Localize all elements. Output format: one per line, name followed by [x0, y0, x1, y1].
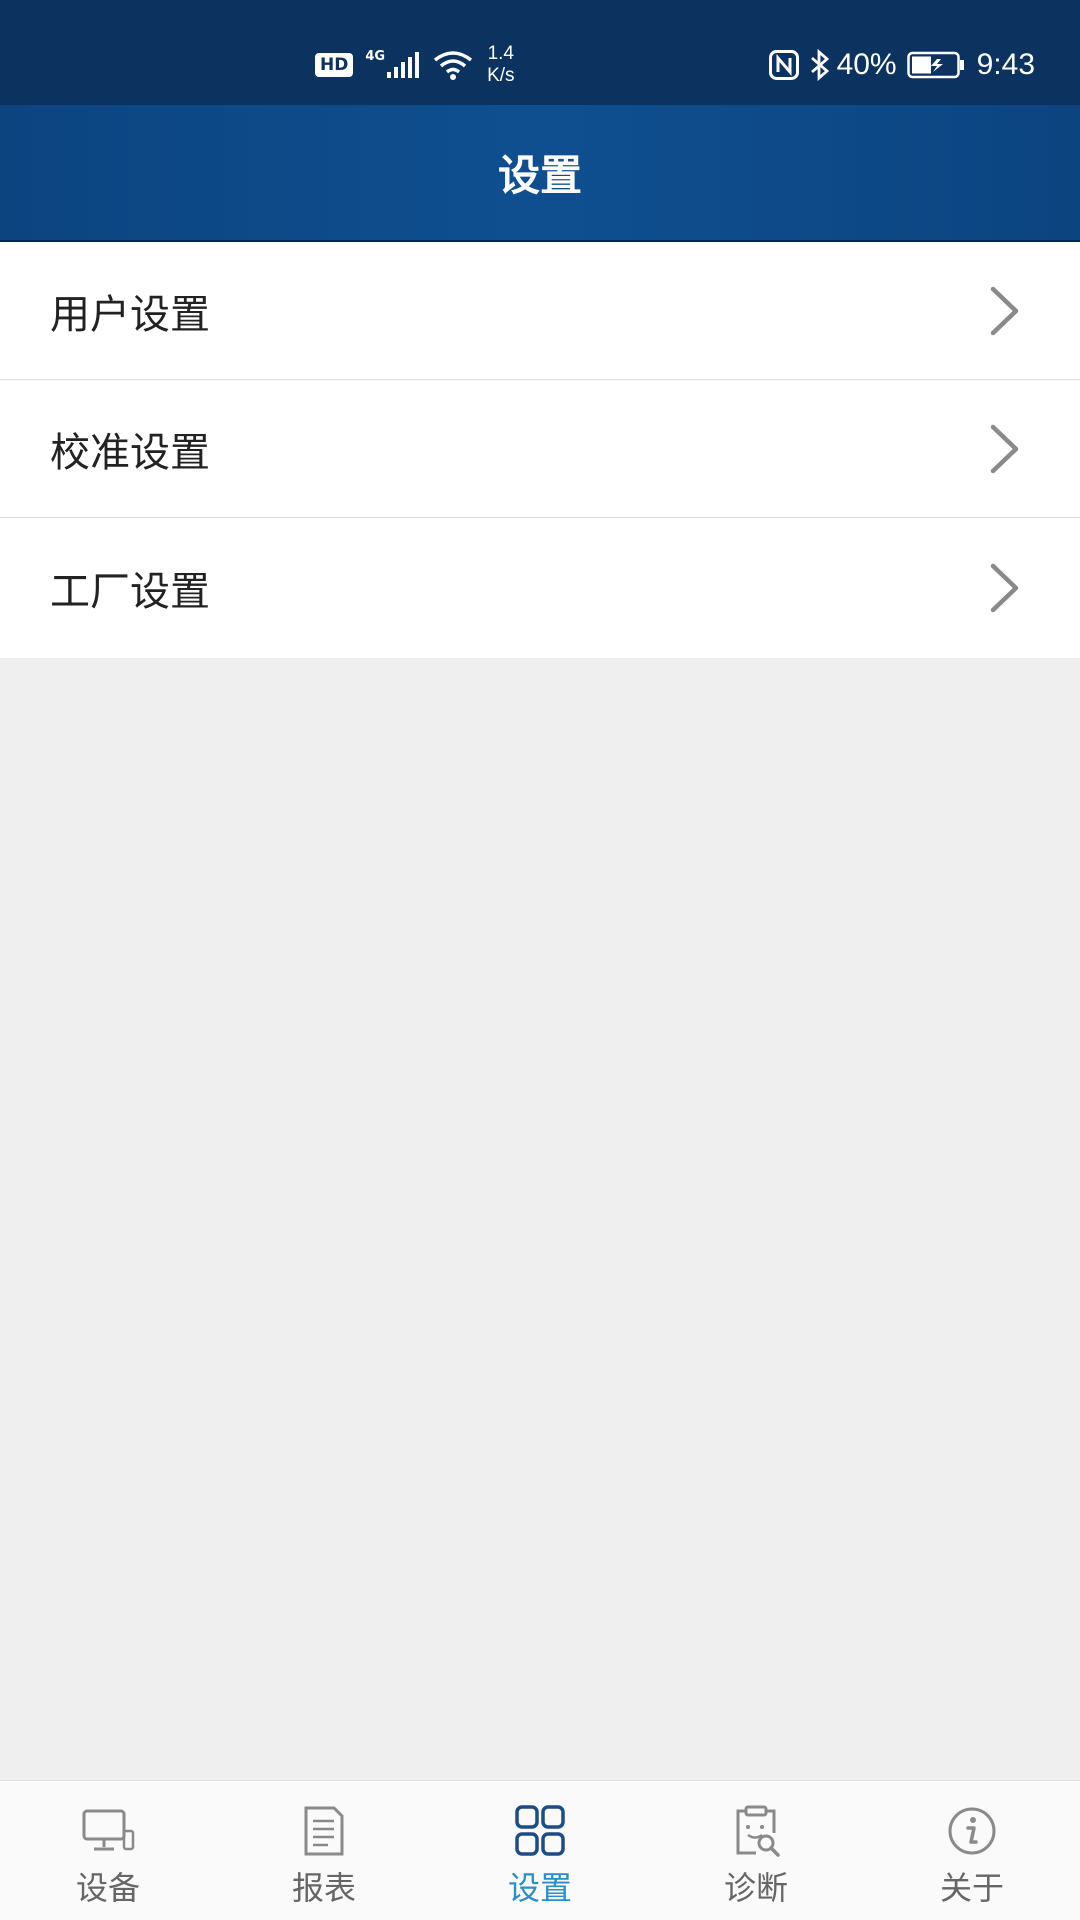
tab-label: 设置 [507, 1869, 572, 1907]
chevron-right-icon [990, 286, 1019, 335]
bottom-nav: 设备 报表 设置 诊断 关于 [0, 1780, 1080, 1920]
network-speed: 1.4 K/s [487, 43, 514, 87]
info-icon [948, 1807, 996, 1855]
tab-reports[interactable]: 报表 [216, 1781, 432, 1920]
tab-label: 关于 [939, 1869, 1004, 1907]
hd-badge: HD [315, 53, 354, 77]
tab-devices[interactable]: 设备 [0, 1781, 216, 1920]
calibration-settings-item[interactable]: 校准设置 [0, 380, 1080, 518]
wifi-icon [433, 51, 473, 80]
clock-time: 9:43 [976, 48, 1035, 81]
document-icon [304, 1806, 344, 1856]
list-item-label: 用户设置 [50, 291, 210, 338]
tab-settings[interactable]: 设置 [432, 1781, 648, 1920]
grid-icon [515, 1805, 565, 1856]
speed-value: 1.4 [487, 43, 514, 64]
settings-list: 用户设置 校准设置 工厂设置 [0, 242, 1080, 658]
tab-label: 设备 [75, 1869, 140, 1907]
speed-unit: K/s [487, 65, 515, 86]
screen: HD 4G 1.4 K/s 40% 9:43 设置 用户设置 校准设置 工厂设置… [0, 0, 1080, 1920]
user-settings-item[interactable]: 用户设置 [0, 242, 1080, 380]
tab-label: 报表 [291, 1869, 356, 1907]
tab-diagnostics[interactable]: 诊断 [648, 1781, 864, 1920]
title-bar: 设置 [0, 105, 1080, 242]
nfc-icon [768, 50, 799, 80]
tab-label: 诊断 [723, 1869, 788, 1907]
chevron-right-icon [990, 424, 1019, 473]
page-title: 设置 [497, 151, 582, 200]
network-type: 4G [365, 48, 386, 64]
bluetooth-icon [810, 49, 829, 81]
status-bar: HD 4G 1.4 K/s 40% 9:43 [0, 0, 1080, 105]
status-bar-system: 40% 9:43 [768, 40, 1035, 90]
list-item-label: 工厂设置 [50, 569, 210, 615]
battery-charging-icon [906, 51, 964, 79]
battery-percent: 40% [836, 48, 897, 81]
status-bar-network: HD 4G 1.4 K/s [315, 40, 515, 90]
signal-icon [387, 52, 420, 78]
list-item-label: 校准设置 [50, 429, 210, 476]
chevron-right-icon [990, 563, 1019, 613]
tab-about[interactable]: 关于 [864, 1781, 1080, 1920]
clipboard-search-icon [736, 1805, 780, 1857]
monitor-icon [82, 1809, 135, 1851]
factory-settings-item[interactable]: 工厂设置 [0, 518, 1080, 658]
